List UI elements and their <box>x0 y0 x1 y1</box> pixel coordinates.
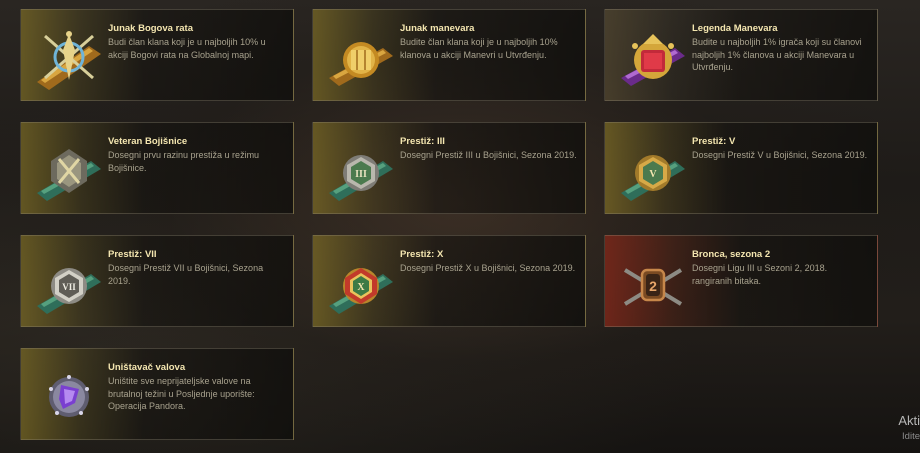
achievement-description: Dosegni Prestiž V u Bojišnici, Sezona 20… <box>692 150 868 160</box>
achievement-description: Budite član klana koji je u najboljih 10… <box>400 37 558 60</box>
gods-of-war-medal-icon <box>37 31 101 90</box>
achievement-card-bronze-season-2[interactable]: 2 Bronca, sezona 2 Dosegni Ligu III u Se… <box>604 235 878 327</box>
prestige-7-medal-icon: VII <box>37 268 101 314</box>
maneuvers-legend-medal-icon <box>621 34 685 86</box>
frontline-veteran-medal-icon <box>37 149 101 201</box>
maneuvers-medal-icon <box>329 42 393 86</box>
achievements-grid: Junak Bogova rata Budi član klana koji j… <box>0 0 920 453</box>
achievement-card-wave-destroyer[interactable]: Uništavač valova Uništite sve neprijatel… <box>20 348 294 440</box>
bronze-season-2-medal-icon: 2 <box>623 268 683 306</box>
bronze-rank-text: 2 <box>649 278 657 294</box>
achievement-title: Veteran Bojišnice <box>108 136 188 147</box>
wave-destroyer-medal-icon <box>49 375 89 417</box>
achievement-description: Dosegni Prestiž III u Bojišnici, Sezona … <box>400 150 577 160</box>
achievement-card-maneuvers-hero[interactable]: Junak manevara Budite član klana koji je… <box>312 9 586 101</box>
prestige-5-medal-icon: V <box>621 155 685 201</box>
achievement-card-gods-of-war[interactable]: Junak Bogova rata Budi član klana koji j… <box>20 9 294 101</box>
achievement-description: Dosegni prvu razinu prestiža u režimu Bo… <box>108 150 260 173</box>
achievement-title: Legenda Manevara <box>692 23 778 34</box>
activation-watermark-title: Akti <box>898 413 920 428</box>
achievement-title: Prestiž: X <box>400 249 444 260</box>
achievement-description: Dosegni Prestiž X u Bojišnici, Sezona 20… <box>400 263 576 273</box>
achievement-card-prestige-10[interactable]: X Prestiž: X Dosegni Prestiž X u Bojišni… <box>312 235 586 327</box>
achievement-description: Budite u najboljih 1% igrača koji su čla… <box>692 37 862 72</box>
prestige-10-medal-icon: X <box>329 268 393 314</box>
achievement-title: Bronca, sezona 2 <box>692 249 771 260</box>
prestige-rank-text: VII <box>62 282 76 292</box>
achievement-title: Uništavač valova <box>108 362 186 373</box>
achievement-description: Uništite sve neprijateljske valove na br… <box>108 376 255 411</box>
prestige-rank-text: V <box>649 169 657 180</box>
achievement-card-prestige-7[interactable]: VII Prestiž: VII Dosegni Prestiž VII u B… <box>20 235 294 327</box>
prestige-3-medal-icon: III <box>329 155 393 201</box>
prestige-rank-text: X <box>357 282 365 293</box>
achievement-description: Dosegni Ligu III u Sezoni 2, 2018. rangi… <box>692 263 828 286</box>
activation-watermark-subtitle: Idite <box>902 431 920 442</box>
achievement-description: Dosegni Prestiž VII u Bojišnici, Sezona … <box>108 263 264 286</box>
achievement-title: Prestiž: VII <box>108 249 157 260</box>
prestige-rank-text: III <box>355 169 367 180</box>
achievement-card-maneuvers-legend[interactable]: Legenda Manevara Budite u najboljih 1% i… <box>604 9 878 101</box>
achievement-title: Junak manevara <box>400 23 475 34</box>
achievement-card-frontline-veteran[interactable]: Veteran Bojišnice Dosegni prvu razinu pr… <box>20 122 294 214</box>
achievement-title: Prestiž: V <box>692 136 736 147</box>
achievement-card-prestige-3[interactable]: III Prestiž: III Dosegni Prestiž III u B… <box>312 122 586 214</box>
achievement-card-prestige-5[interactable]: V Prestiž: V Dosegni Prestiž V u Bojišni… <box>604 122 878 214</box>
achievement-title: Prestiž: III <box>400 136 445 147</box>
achievement-description: Budi član klana koji je u najboljih 10% … <box>108 37 266 60</box>
achievement-title: Junak Bogova rata <box>108 23 193 34</box>
